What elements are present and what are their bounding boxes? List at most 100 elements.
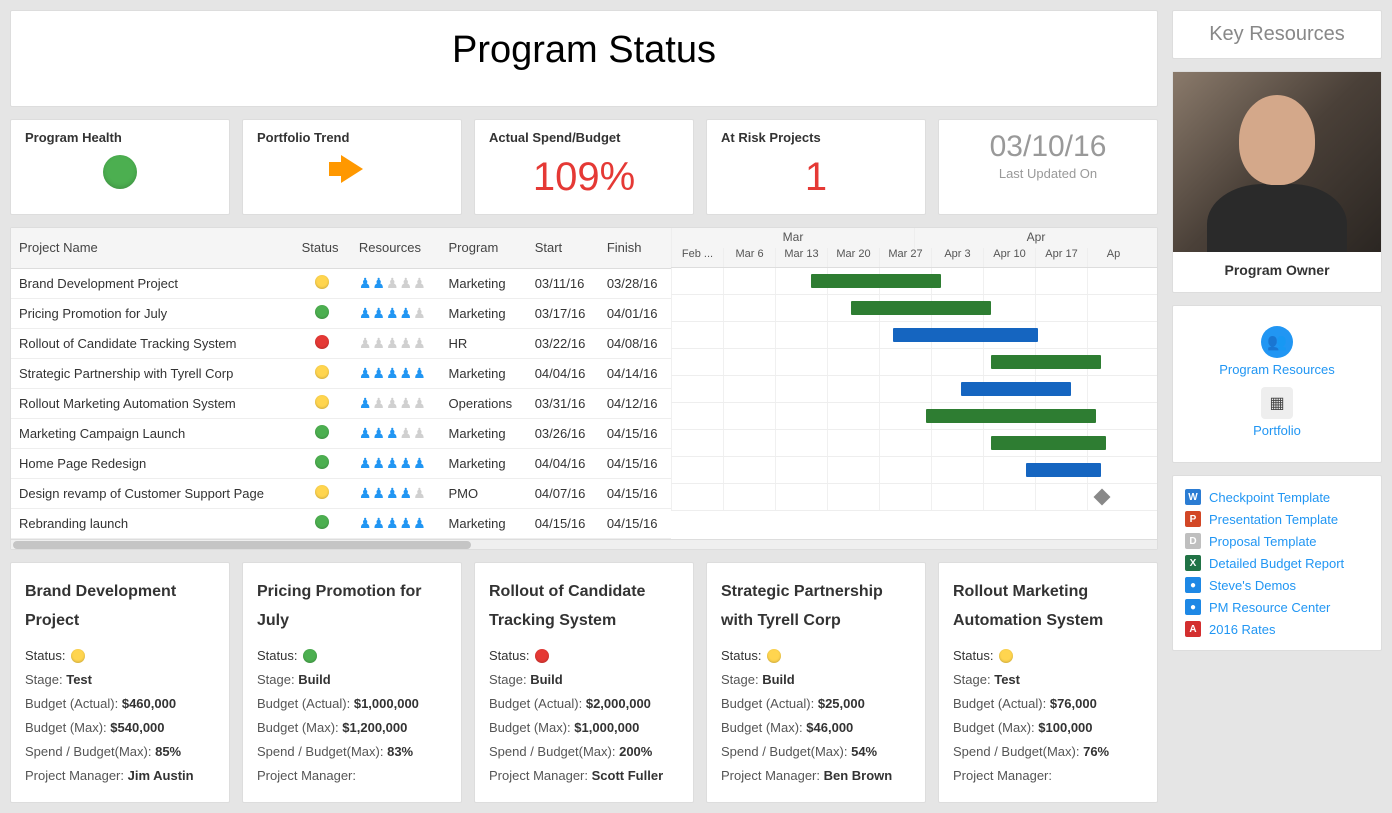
lab-pm: Project Manager: (721, 768, 820, 783)
lab-bm: Budget (Max): (721, 720, 803, 735)
milestone-icon[interactable] (1094, 489, 1111, 506)
table-row[interactable]: Pricing Promotion for July ♟♟♟♟♟ Marketi… (11, 298, 671, 328)
table-row[interactable]: Strategic Partnership with Tyrell Corp ♟… (11, 358, 671, 388)
cell-program: Marketing (441, 418, 527, 448)
cell-status (294, 268, 351, 298)
col-status[interactable]: Status (294, 228, 351, 268)
file-link[interactable]: PM Resource Center (1209, 600, 1330, 615)
person-icon: ♟ (413, 395, 426, 412)
person-icon: ♟ (386, 395, 399, 412)
cell-program: Marketing (441, 448, 527, 478)
table-row[interactable]: Rollout Marketing Automation System ♟♟♟♟… (11, 388, 671, 418)
table-row[interactable]: Brand Development Project ♟♟♟♟♟ Marketin… (11, 268, 671, 298)
table-row[interactable]: Home Page Redesign ♟♟♟♟♟ Marketing 04/04… (11, 448, 671, 478)
gantt-bar[interactable] (991, 355, 1101, 369)
file-row[interactable]: ●Steve's Demos (1185, 574, 1369, 596)
gantt-bar[interactable] (851, 301, 991, 315)
col-resources[interactable]: Resources (351, 228, 441, 268)
project-card[interactable]: Brand Development Project Status: Stage:… (10, 562, 230, 803)
person-icon: ♟ (386, 335, 399, 352)
person-icon: ♟ (372, 305, 385, 322)
cell-status (294, 508, 351, 538)
file-row[interactable]: PPresentation Template (1185, 508, 1369, 530)
file-row[interactable]: ●PM Resource Center (1185, 596, 1369, 618)
val-pm: Ben Brown (824, 768, 893, 783)
lab-sbm: Spend / Budget(Max): (257, 744, 383, 759)
file-link[interactable]: Steve's Demos (1209, 578, 1296, 593)
person-icon: ♟ (413, 275, 426, 292)
gantt-row (671, 295, 1157, 322)
gantt-chart: MarApr Feb ...Mar 6Mar 13Mar 20Mar 27Apr… (671, 228, 1157, 539)
file-row[interactable]: DProposal Template (1185, 530, 1369, 552)
file-link[interactable]: Proposal Template (1209, 534, 1316, 549)
gantt-bar[interactable] (961, 382, 1071, 396)
cell-program: Operations (441, 388, 527, 418)
gantt-bar[interactable] (893, 328, 1038, 342)
file-link[interactable]: Checkpoint Template (1209, 490, 1330, 505)
file-row[interactable]: A2016 Rates (1185, 618, 1369, 640)
cell-resources: ♟♟♟♟♟ (351, 478, 441, 508)
card-title: Strategic Partnership with Tyrell Corp (721, 577, 911, 636)
gantt-row (671, 322, 1157, 349)
project-card[interactable]: Strategic Partnership with Tyrell Corp S… (706, 562, 926, 803)
status-dot-icon (315, 305, 329, 319)
person-icon: ♟ (359, 275, 372, 292)
cell-finish: 04/15/16 (599, 418, 671, 448)
gantt-bar[interactable] (811, 274, 941, 288)
person-icon: ♟ (400, 425, 413, 442)
cell-start: 04/15/16 (527, 508, 599, 538)
lab-sbm: Spend / Budget(Max): (721, 744, 847, 759)
col-start[interactable]: Start (527, 228, 599, 268)
gantt-week: Apr 10 (983, 248, 1035, 268)
resources-link[interactable]: Program Resources (1181, 362, 1373, 377)
file-link[interactable]: Presentation Template (1209, 512, 1338, 527)
cell-finish: 03/28/16 (599, 268, 671, 298)
cell-status (294, 298, 351, 328)
gantt-bar[interactable] (1026, 463, 1101, 477)
horizontal-scrollbar[interactable] (11, 539, 1157, 549)
card-title: Rollout of Candidate Tracking System (489, 577, 679, 636)
col-program[interactable]: Program (441, 228, 527, 268)
project-card[interactable]: Rollout Marketing Automation System Stat… (938, 562, 1158, 803)
file-link[interactable]: Detailed Budget Report (1209, 556, 1344, 571)
col-name[interactable]: Project Name (11, 228, 294, 268)
table-row[interactable]: Rollout of Candidate Tracking System ♟♟♟… (11, 328, 671, 358)
owner-card: Program Owner (1172, 71, 1382, 293)
person-icon: ♟ (386, 275, 399, 292)
cell-resources: ♟♟♟♟♟ (351, 388, 441, 418)
person-icon: ♟ (372, 455, 385, 472)
table-row[interactable]: Marketing Campaign Launch ♟♟♟♟♟ Marketin… (11, 418, 671, 448)
lab-status: Status: (489, 644, 529, 668)
cell-start: 04/04/16 (527, 448, 599, 478)
gantt-bar[interactable] (991, 436, 1106, 450)
col-finish[interactable]: Finish (599, 228, 671, 268)
arrow-right-icon (341, 155, 363, 183)
gantt-bar[interactable] (926, 409, 1096, 423)
file-link[interactable]: 2016 Rates (1209, 622, 1276, 637)
cell-status (294, 478, 351, 508)
file-row[interactable]: WCheckpoint Template (1185, 486, 1369, 508)
grid-icon[interactable]: ▦ (1261, 387, 1293, 419)
lab-stage: Stage: (489, 672, 527, 687)
cell-finish: 04/08/16 (599, 328, 671, 358)
person-icon: ♟ (413, 305, 426, 322)
table-row[interactable]: Design revamp of Customer Support Page ♟… (11, 478, 671, 508)
status-dot-icon (303, 649, 317, 663)
person-icon: ♟ (400, 395, 413, 412)
cell-resources: ♟♟♟♟♟ (351, 508, 441, 538)
project-card[interactable]: Pricing Promotion for July Status: Stage… (242, 562, 462, 803)
val-bm: $100,000 (1038, 720, 1092, 735)
kpi-label: Program Health (25, 130, 215, 145)
kpi-spend: Actual Spend/Budget 109% (474, 119, 694, 215)
card-title: Rollout Marketing Automation System (953, 577, 1143, 636)
person-icon: ♟ (359, 515, 372, 532)
file-row[interactable]: XDetailed Budget Report (1185, 552, 1369, 574)
card-title: Pricing Promotion for July (257, 577, 447, 636)
people-icon[interactable]: 👥 (1261, 326, 1293, 358)
portfolio-link[interactable]: Portfolio (1181, 423, 1373, 438)
lab-sbm: Spend / Budget(Max): (25, 744, 151, 759)
owner-photo (1173, 72, 1381, 252)
table-row[interactable]: Rebranding launch ♟♟♟♟♟ Marketing 04/15/… (11, 508, 671, 538)
kpi-date-value: 03/10/16 (953, 130, 1143, 164)
project-card[interactable]: Rollout of Candidate Tracking System Sta… (474, 562, 694, 803)
